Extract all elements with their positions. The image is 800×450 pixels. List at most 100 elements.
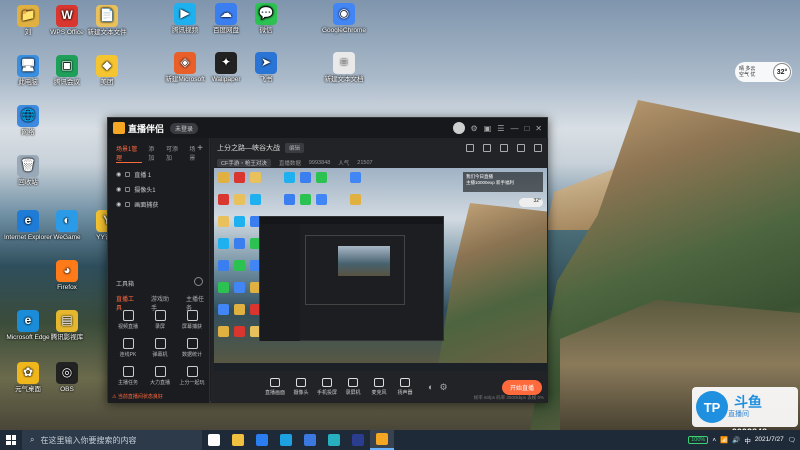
lock-icon[interactable] [125,202,131,207]
tool-boost[interactable]: 大力直播 [144,366,176,386]
start-button[interactable] [0,430,22,450]
preview-mini-icon [218,326,229,337]
taskbar-app-photoshop[interactable] [346,430,370,450]
skin-icon[interactable]: ▣ [484,124,492,133]
toolbox-settings-icon[interactable] [194,277,203,286]
layout-icon[interactable] [500,144,508,152]
lock-icon[interactable] [483,144,491,152]
tab-scene-manage[interactable]: 场景1管理 [116,144,143,163]
record-icon[interactable]: ◐ [428,382,433,392]
clock[interactable]: 2021/7/27 [755,436,784,443]
taskbar-app-task-view[interactable] [202,430,226,450]
eye-icon[interactable]: ◉ [116,186,121,193]
taskbar-app-mail[interactable] [250,430,274,450]
phone-icon [322,378,332,387]
tool-record[interactable]: 录屏 [144,310,176,330]
minimize-icon[interactable]: — [510,124,518,133]
tool-tasks[interactable]: 主播任务 [112,366,144,386]
desktop-icon[interactable]: ◎ OBS [42,362,92,393]
settings-icon[interactable]: ⚙ [471,124,478,133]
desktop-icon[interactable]: 🗑 回收站 [3,155,53,186]
watermark-brand: 斗鱼 [734,394,762,410]
source-label: 录屏机 [345,390,361,396]
stream-preview[interactable]: 我们今日直播 主播10000exp 新手福利 32° [214,168,547,371]
scene-item[interactable]: ◉ 直播 1 [108,167,209,182]
scene-item[interactable]: ◉ 画面捕获 [108,197,209,212]
avatar[interactable] [452,122,465,134]
toolbox-title: 工具箱 [116,282,135,288]
tool-video-live[interactable]: 视频直播 [112,310,144,330]
scene-item[interactable]: ◉ 摄像头1 [108,182,209,197]
chevron-up-icon[interactable]: ˄ [712,437,716,444]
stream-title[interactable]: 上分之路—峡谷大战 [217,143,280,153]
screenshot-icon[interactable] [466,144,474,152]
preview-taskbar [214,363,547,371]
tool-screen-capture[interactable]: 屏幕捕获 [176,310,208,330]
notification-icon[interactable]: 🗨 [788,436,796,444]
eye-icon[interactable]: ◉ [116,201,121,208]
microphone-control[interactable]: 麦克风 [366,378,392,396]
taskbar-search[interactable]: ⌕ 在这里输入你要搜索的内容 [22,430,202,450]
taskbar-app-live-companion[interactable] [370,430,394,450]
tab-addable[interactable]: 可添加 [166,144,183,163]
bell-icon[interactable] [517,144,525,152]
tool-danmaku[interactable]: 弹幕机 [144,338,176,358]
taskbar-app-edge[interactable] [274,430,298,450]
lock-icon[interactable] [125,187,131,192]
app-icon: 🌐 [17,105,39,127]
taskbar-app-file-explorer[interactable] [226,430,250,450]
desktop-icon[interactable]: 📄 新建文本文件 [82,5,132,36]
tool-stats[interactable]: 数据统计 [176,338,208,358]
desktop-icon[interactable]: ≡ 新建文本文档 [319,52,369,83]
edit-title-button[interactable]: 编辑 [285,143,305,153]
login-badge[interactable]: 未登录 [170,122,199,134]
add-scene-icon[interactable]: + [197,143,203,154]
desktop-icon-label: GoogleChrome [321,27,367,34]
app-icon: ▣ [56,55,78,77]
app-icon: ✿ [17,362,39,384]
desktop-icon[interactable]: 💬 微信 [241,3,291,34]
desktop-icon-label: OBS [60,386,74,393]
desktop-icon[interactable]: ▤ 腾讯影视库 [42,310,92,341]
network-icon[interactable]: 📶 [720,436,728,444]
live-companion-window: 直播伴侣 未登录 ⚙ ▣ ☰ — □ ✕ 场景1管理 添加 可添加 场景 + ◉… [107,117,548,403]
tool-label: 录屏 [154,324,165,330]
weather-widget[interactable]: 晴 多云 空气 优 32° [735,62,792,82]
share-icon[interactable] [534,144,542,152]
preview-mini-icon [218,260,229,271]
lock-icon[interactable] [125,172,131,177]
volume-icon[interactable]: 🔊 [732,436,740,444]
speaker-icon [400,378,410,387]
desktop-icon[interactable]: ◕ Firefox [42,260,92,291]
source-recorder[interactable]: 录屏机 [340,378,366,396]
source-camera[interactable]: 摄像头 [288,378,314,396]
tool-pk[interactable]: 连线PK [112,338,144,358]
app-icon: e [17,310,39,332]
taskbar-app-browser[interactable] [322,430,346,450]
taskbar-app-lark[interactable] [298,430,322,450]
screen-icon [186,310,198,321]
desktop-icon[interactable]: ➤ 飞书 [241,52,291,83]
battery-indicator[interactable]: 100% [688,436,709,444]
menu-icon[interactable]: ☰ [497,124,504,133]
source-phone-cast[interactable]: 手机投屏 [314,378,340,396]
speaker-control[interactable]: 扬声器 [392,378,418,396]
scene-name: 画面捕获 [134,203,159,209]
preview-mini-icon [300,172,311,183]
monitor-icon [270,378,280,387]
category-selector[interactable]: CF手游・枪王对决 [217,159,271,167]
maximize-icon[interactable]: □ [524,124,529,133]
app-icon: ▤ [56,310,78,332]
source-live-screen[interactable]: 直播画面 [262,378,288,396]
start-live-button[interactable]: 开始直播 [501,379,542,395]
desktop-icon[interactable]: ◉ GoogleChrome [319,3,369,34]
desktop-icon[interactable]: 🌐 网络 [3,105,53,136]
ime-indicator[interactable]: 中 [744,435,751,445]
tab-add[interactable]: 添加 [148,144,160,163]
eye-icon[interactable]: ◉ [116,171,121,178]
settings-icon[interactable]: ⚙ [439,382,447,393]
tool-play-together[interactable]: 上分一起玩 [176,366,208,386]
close-icon[interactable]: ✕ [535,124,542,133]
boost-icon [154,366,166,377]
desktop-icon[interactable]: ◆ 美团 [82,55,132,86]
